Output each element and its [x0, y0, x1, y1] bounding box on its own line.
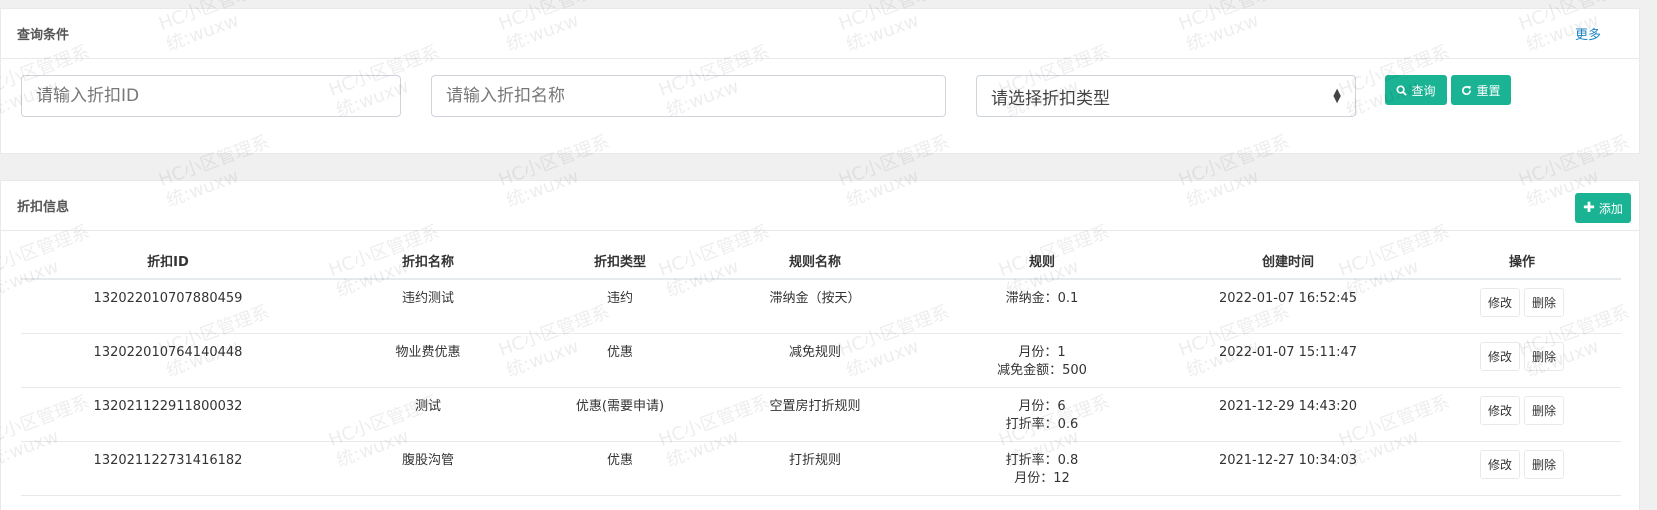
query-form: 请选择折扣类型 ▲▼ 查询 重置 [1, 59, 1639, 149]
cell-name: 腹股沟管 [315, 441, 541, 496]
edit-button[interactable]: 修改 [1479, 341, 1520, 371]
cell-rule: 月份：6 打折率：0.6 [931, 387, 1153, 442]
info-panel-header: 折扣信息 ✚ 添加 [1, 181, 1639, 231]
discount-info-panel: 折扣信息 ✚ 添加 折扣ID 折扣名称 折扣类型 规则名称 规则 创建时间 操作… [0, 180, 1640, 510]
rule-line: 月份：1 [1018, 344, 1066, 360]
query-panel: 查询条件 更多 请选择折扣类型 ▲▼ 查询 重置 [0, 8, 1640, 154]
info-panel-title: 折扣信息 [17, 200, 70, 215]
refresh-icon [1462, 85, 1472, 95]
cell-rule: 打折率：0.8 月份：12 [931, 441, 1153, 496]
delete-button[interactable]: 删除 [1524, 341, 1565, 371]
column-header-rule: 规则 [931, 243, 1153, 280]
cell-actions: 修改 删除 [1423, 441, 1621, 496]
discount-table: 折扣ID 折扣名称 折扣类型 规则名称 规则 创建时间 操作 132022010… [21, 243, 1621, 496]
reset-button-label: 重置 [1476, 83, 1501, 98]
delete-button[interactable]: 删除 [1524, 395, 1565, 425]
rule-line: 月份：12 [1014, 470, 1070, 486]
discount-id-input[interactable] [21, 75, 401, 117]
cell-rule-name: 减免规则 [699, 333, 931, 388]
cell-created: 2022-01-07 16:52:45 [1153, 279, 1423, 334]
column-header-type: 折扣类型 [541, 243, 699, 280]
table-row: 132022010707880459 违约测试 违约 滞纳金（按天） 滞纳金：0… [21, 279, 1621, 334]
query-button-label: 查询 [1411, 83, 1436, 98]
cell-id: 132021122731416182 [21, 441, 315, 496]
rule-line: 月份：6 [1018, 398, 1066, 414]
cell-id: 132021122911800032 [21, 387, 315, 442]
query-panel-header: 查询条件 更多 [1, 9, 1639, 59]
reset-button[interactable]: 重置 [1451, 75, 1511, 105]
add-button-label: 添加 [1598, 201, 1623, 216]
cell-created: 2022-01-07 15:11:47 [1153, 333, 1423, 388]
more-link[interactable]: 更多 [1575, 24, 1601, 43]
edit-button[interactable]: 修改 [1479, 288, 1520, 317]
column-header-name: 折扣名称 [315, 243, 541, 280]
delete-button[interactable]: 删除 [1524, 449, 1565, 479]
plus-icon: ✚ [1583, 200, 1595, 216]
cell-name: 测试 [315, 387, 541, 442]
rule-line: 滞纳金：0.1 [1005, 291, 1079, 306]
discount-type-select-value: 请选择折扣类型 [991, 88, 1110, 109]
search-icon [1396, 84, 1408, 96]
query-button[interactable]: 查询 [1385, 75, 1447, 105]
cell-created: 2021-12-29 14:43:20 [1153, 387, 1423, 442]
rule-line: 打折率：0.6 [1005, 416, 1079, 432]
add-button[interactable]: ✚ 添加 [1575, 193, 1631, 223]
cell-type: 违约 [541, 279, 699, 334]
cell-name: 物业费优惠 [315, 333, 541, 388]
cell-actions: 修改 删除 [1423, 387, 1621, 442]
rule-line: 打折率：0.8 [1005, 452, 1079, 468]
select-arrows-icon: ▲ ▼ [1333, 87, 1341, 105]
cell-id: 132022010707880459 [21, 279, 315, 334]
cell-rule: 滞纳金：0.1 [931, 279, 1153, 334]
edit-button[interactable]: 修改 [1479, 395, 1520, 425]
table-row: 132022010764140448 物业费优惠 优惠 减免规则 月份：1 减免… [21, 333, 1621, 388]
delete-button[interactable]: 删除 [1524, 288, 1565, 317]
column-header-id: 折扣ID [21, 243, 315, 280]
cell-rule-name: 滞纳金（按天） [699, 279, 931, 334]
cell-created: 2021-12-27 10:34:03 [1153, 441, 1423, 496]
discount-type-select[interactable]: 请选择折扣类型 ▲ ▼ [976, 75, 1356, 117]
cell-actions: 修改 删除 [1423, 333, 1621, 388]
cell-name: 违约测试 [315, 279, 541, 334]
cell-type: 优惠 [541, 333, 699, 388]
table-row: 132021122911800032 测试 优惠(需要申请) 空置房打折规则 月… [21, 387, 1621, 442]
discount-name-input[interactable] [431, 75, 946, 117]
edit-button[interactable]: 修改 [1479, 449, 1520, 479]
column-header-actions: 操作 [1423, 243, 1621, 280]
cell-id: 132022010764140448 [21, 333, 315, 388]
table-row: 132021122731416182 腹股沟管 优惠 打折规则 打折率：0.8 … [21, 441, 1621, 496]
column-header-created: 创建时间 [1153, 243, 1423, 280]
rule-line: 减免金额：500 [997, 362, 1087, 378]
cell-rule-name: 空置房打折规则 [699, 387, 931, 442]
cell-type: 优惠 [541, 441, 699, 496]
query-panel-title: 查询条件 [17, 28, 70, 43]
cell-rule: 月份：1 减免金额：500 [931, 333, 1153, 388]
cell-type: 优惠(需要申请) [541, 387, 699, 442]
column-header-rule-name: 规则名称 [699, 243, 931, 280]
cell-actions: 修改 删除 [1423, 279, 1621, 334]
table-header-row: 折扣ID 折扣名称 折扣类型 规则名称 规则 创建时间 操作 [21, 243, 1621, 280]
cell-rule-name: 打折规则 [699, 441, 931, 496]
